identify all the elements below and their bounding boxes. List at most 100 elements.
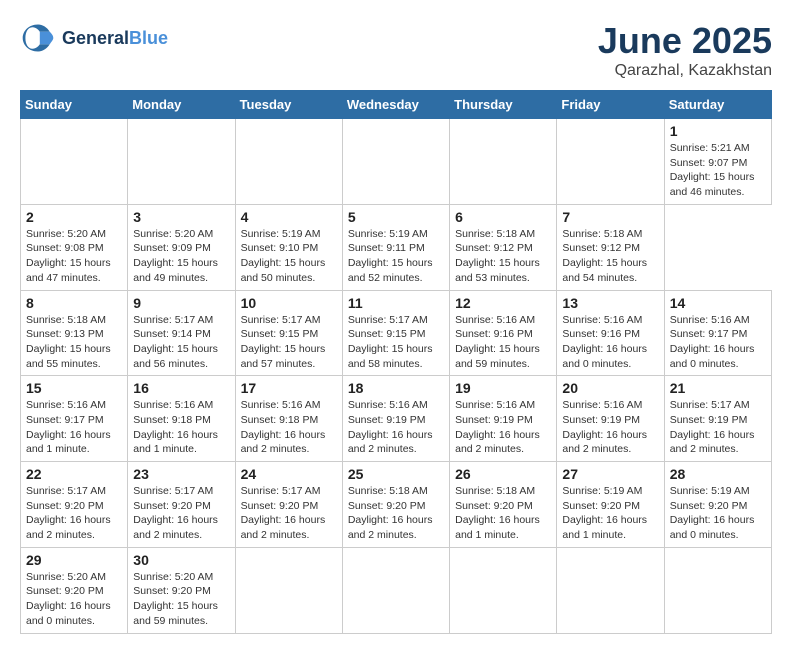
table-row	[342, 119, 449, 205]
day-number: 26	[455, 466, 551, 482]
cell-sun-info: Sunrise: 5:19 AM Sunset: 9:20 PM Dayligh…	[670, 484, 766, 543]
location: Qarazhal, Kazakhstan	[598, 62, 772, 80]
cell-sun-info: Sunrise: 5:16 AM Sunset: 9:17 PM Dayligh…	[26, 398, 122, 457]
table-row: 23 Sunrise: 5:17 AM Sunset: 9:20 PM Dayli…	[128, 462, 235, 548]
day-number: 17	[241, 380, 337, 396]
cell-sun-info: Sunrise: 5:19 AM Sunset: 9:20 PM Dayligh…	[562, 484, 658, 543]
day-number: 11	[348, 295, 444, 311]
col-saturday: Saturday	[664, 91, 771, 119]
table-row: 19 Sunrise: 5:16 AM Sunset: 9:19 PM Dayli…	[450, 376, 557, 462]
cell-sun-info: Sunrise: 5:16 AM Sunset: 9:18 PM Dayligh…	[133, 398, 229, 457]
table-row: 24 Sunrise: 5:17 AM Sunset: 9:20 PM Dayli…	[235, 462, 342, 548]
table-row	[235, 547, 342, 633]
logo-text: GeneralBlue	[62, 28, 168, 49]
table-row: 16 Sunrise: 5:16 AM Sunset: 9:18 PM Dayli…	[128, 376, 235, 462]
cell-sun-info: Sunrise: 5:20 AM Sunset: 9:20 PM Dayligh…	[133, 570, 229, 629]
cell-sun-info: Sunrise: 5:16 AM Sunset: 9:19 PM Dayligh…	[562, 398, 658, 457]
table-row	[450, 547, 557, 633]
cell-sun-info: Sunrise: 5:19 AM Sunset: 9:11 PM Dayligh…	[348, 227, 444, 286]
cell-sun-info: Sunrise: 5:16 AM Sunset: 9:19 PM Dayligh…	[455, 398, 551, 457]
day-number: 20	[562, 380, 658, 396]
calendar-table: Sunday Monday Tuesday Wednesday Thursday…	[20, 90, 772, 634]
day-number: 18	[348, 380, 444, 396]
table-row	[128, 119, 235, 205]
table-row: 11Sunrise: 5:17 AM Sunset: 9:15 PM Dayli…	[342, 290, 449, 376]
day-number: 15	[26, 380, 122, 396]
day-number: 30	[133, 552, 229, 568]
table-row: 21 Sunrise: 5:17 AM Sunset: 9:19 PM Dayli…	[664, 376, 771, 462]
day-number: 16	[133, 380, 229, 396]
cell-sun-info: Sunrise: 5:20 AM Sunset: 9:20 PM Dayligh…	[26, 570, 122, 629]
table-row: 20 Sunrise: 5:16 AM Sunset: 9:19 PM Dayli…	[557, 376, 664, 462]
table-row: 18 Sunrise: 5:16 AM Sunset: 9:19 PM Dayli…	[342, 376, 449, 462]
cell-sun-info: Sunrise: 5:20 AM Sunset: 9:09 PM Dayligh…	[133, 227, 229, 286]
col-friday: Friday	[557, 91, 664, 119]
cell-sun-info: Sunrise: 5:18 AM Sunset: 9:20 PM Dayligh…	[348, 484, 444, 543]
cell-sun-info: Sunrise: 5:21 AM Sunset: 9:07 PM Dayligh…	[670, 141, 766, 200]
day-number: 1	[670, 123, 766, 139]
cell-sun-info: Sunrise: 5:16 AM Sunset: 9:16 PM Dayligh…	[455, 313, 551, 372]
col-monday: Monday	[128, 91, 235, 119]
table-row: 10 Sunrise: 5:17 AM Sunset: 9:15 PM Dayli…	[235, 290, 342, 376]
day-number: 25	[348, 466, 444, 482]
table-row: 4Sunrise: 5:19 AM Sunset: 9:10 PM Daylig…	[235, 204, 342, 290]
cell-sun-info: Sunrise: 5:17 AM Sunset: 9:19 PM Dayligh…	[670, 398, 766, 457]
day-number: 23	[133, 466, 229, 482]
page-header: GeneralBlue June 2025 Qarazhal, Kazakhst…	[20, 20, 772, 80]
table-row: 13 Sunrise: 5:16 AM Sunset: 9:16 PM Dayli…	[557, 290, 664, 376]
table-row	[21, 119, 128, 205]
table-row	[450, 119, 557, 205]
table-row: 2Sunrise: 5:20 AM Sunset: 9:08 PM Daylig…	[21, 204, 128, 290]
day-number: 3	[133, 209, 229, 225]
week-row-6: 29 Sunrise: 5:20 AM Sunset: 9:20 PM Dayli…	[21, 547, 772, 633]
table-row: 28 Sunrise: 5:19 AM Sunset: 9:20 PM Dayli…	[664, 462, 771, 548]
title-area: June 2025 Qarazhal, Kazakhstan	[598, 20, 772, 80]
cell-sun-info: Sunrise: 5:18 AM Sunset: 9:12 PM Dayligh…	[455, 227, 551, 286]
week-row-5: 22 Sunrise: 5:17 AM Sunset: 9:20 PM Dayli…	[21, 462, 772, 548]
cell-sun-info: Sunrise: 5:16 AM Sunset: 9:17 PM Dayligh…	[670, 313, 766, 372]
cell-sun-info: Sunrise: 5:18 AM Sunset: 9:13 PM Dayligh…	[26, 313, 122, 372]
week-row-1: 1 Sunrise: 5:21 AM Sunset: 9:07 PM Daylig…	[21, 119, 772, 205]
table-row: 29 Sunrise: 5:20 AM Sunset: 9:20 PM Dayli…	[21, 547, 128, 633]
table-row: 15 Sunrise: 5:16 AM Sunset: 9:17 PM Dayli…	[21, 376, 128, 462]
table-row	[342, 547, 449, 633]
calendar-header-row: Sunday Monday Tuesday Wednesday Thursday…	[21, 91, 772, 119]
cell-sun-info: Sunrise: 5:17 AM Sunset: 9:20 PM Dayligh…	[241, 484, 337, 543]
table-row	[557, 547, 664, 633]
day-number: 28	[670, 466, 766, 482]
col-thursday: Thursday	[450, 91, 557, 119]
table-row: 27 Sunrise: 5:19 AM Sunset: 9:20 PM Dayli…	[557, 462, 664, 548]
cell-sun-info: Sunrise: 5:18 AM Sunset: 9:12 PM Dayligh…	[562, 227, 658, 286]
day-number: 19	[455, 380, 551, 396]
cell-sun-info: Sunrise: 5:16 AM Sunset: 9:19 PM Dayligh…	[348, 398, 444, 457]
week-row-2: 2Sunrise: 5:20 AM Sunset: 9:08 PM Daylig…	[21, 204, 772, 290]
cell-sun-info: Sunrise: 5:20 AM Sunset: 9:08 PM Dayligh…	[26, 227, 122, 286]
day-number: 29	[26, 552, 122, 568]
day-number: 21	[670, 380, 766, 396]
cell-sun-info: Sunrise: 5:17 AM Sunset: 9:14 PM Dayligh…	[133, 313, 229, 372]
day-number: 10	[241, 295, 337, 311]
table-row	[235, 119, 342, 205]
cell-sun-info: Sunrise: 5:17 AM Sunset: 9:20 PM Dayligh…	[133, 484, 229, 543]
cell-sun-info: Sunrise: 5:17 AM Sunset: 9:15 PM Dayligh…	[241, 313, 337, 372]
day-number: 24	[241, 466, 337, 482]
day-number: 5	[348, 209, 444, 225]
day-number: 6	[455, 209, 551, 225]
day-number: 22	[26, 466, 122, 482]
logo: GeneralBlue	[20, 20, 168, 56]
table-row: 30 Sunrise: 5:20 AM Sunset: 9:20 PM Dayli…	[128, 547, 235, 633]
cell-sun-info: Sunrise: 5:16 AM Sunset: 9:16 PM Dayligh…	[562, 313, 658, 372]
table-row: 14 Sunrise: 5:16 AM Sunset: 9:17 PM Dayli…	[664, 290, 771, 376]
table-row	[557, 119, 664, 205]
day-number: 7	[562, 209, 658, 225]
week-row-3: 8Sunrise: 5:18 AM Sunset: 9:13 PM Daylig…	[21, 290, 772, 376]
day-number: 27	[562, 466, 658, 482]
col-wednesday: Wednesday	[342, 91, 449, 119]
day-number: 13	[562, 295, 658, 311]
table-row	[664, 547, 771, 633]
day-number: 14	[670, 295, 766, 311]
table-row: 7 Sunrise: 5:18 AM Sunset: 9:12 PM Daylig…	[557, 204, 664, 290]
day-number: 12	[455, 295, 551, 311]
table-row: 22Sunrise: 5:17 AM Sunset: 9:20 PM Dayli…	[21, 462, 128, 548]
table-row: 5 Sunrise: 5:19 AM Sunset: 9:11 PM Daylig…	[342, 204, 449, 290]
